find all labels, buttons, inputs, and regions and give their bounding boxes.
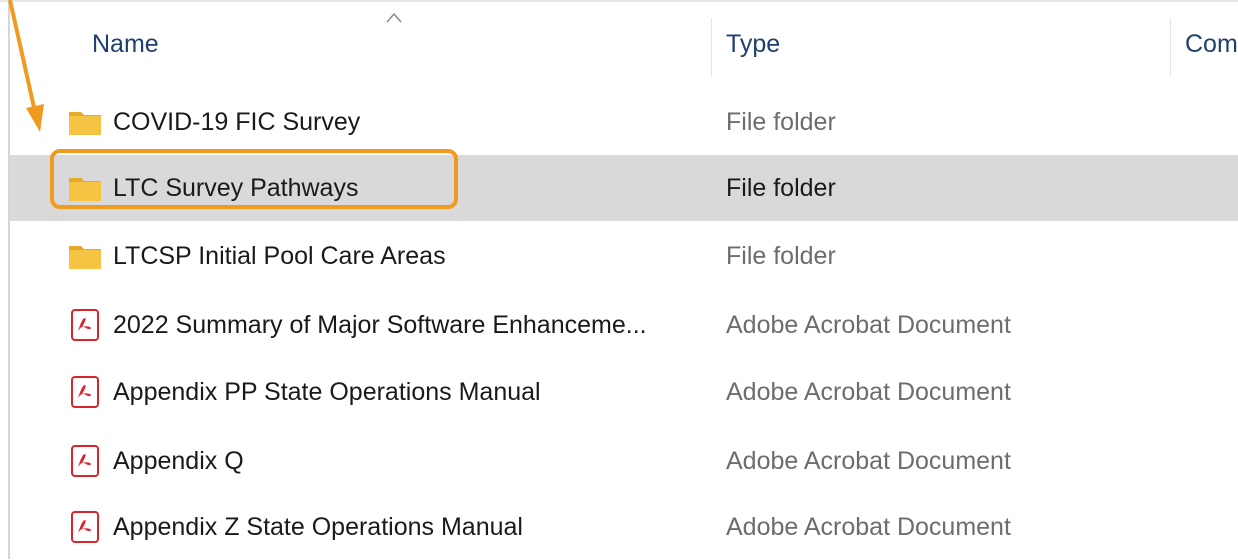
file-name: Appendix Z State Operations Manual: [113, 513, 523, 541]
file-type: Adobe Acrobat Document: [726, 311, 1011, 339]
sort-ascending-icon: [386, 12, 402, 23]
folder-icon: [69, 112, 101, 135]
column-header-type[interactable]: Type: [726, 30, 780, 59]
file-row[interactable]: Appendix Z State Operations Manual Adobe…: [10, 494, 1238, 560]
file-name: COVID-19 FIC Survey: [113, 108, 361, 136]
folder-icon: [69, 246, 101, 269]
file-row[interactable]: Appendix PP State Operations Manual Adob…: [10, 359, 1238, 425]
file-name: Appendix Q: [113, 447, 244, 475]
pdf-icon: [71, 309, 99, 341]
file-type: File folder: [726, 242, 836, 270]
file-name: Appendix PP State Operations Manual: [113, 378, 541, 406]
file-row[interactable]: Appendix Q Adobe Acrobat Document: [10, 428, 1238, 494]
column-header-bar: Name Type Com: [0, 0, 1238, 80]
column-separator[interactable]: [711, 18, 712, 76]
file-type: Adobe Acrobat Document: [726, 513, 1011, 541]
pdf-icon: [71, 511, 99, 543]
file-name: LTCSP Initial Pool Care Areas: [113, 242, 446, 270]
column-header-name[interactable]: Name: [92, 30, 159, 59]
file-type: File folder: [726, 174, 836, 202]
file-type: File folder: [726, 108, 836, 136]
annotation-arrow-icon: [8, 0, 44, 132]
file-row[interactable]: COVID-19 FIC Survey File folder: [10, 89, 1238, 155]
column-header-comments[interactable]: Com: [1185, 30, 1238, 59]
file-row[interactable]: 2022 Summary of Major Software Enhanceme…: [10, 292, 1238, 358]
pdf-icon: [71, 445, 99, 477]
file-type: Adobe Acrobat Document: [726, 378, 1011, 406]
file-row[interactable]: LTCSP Initial Pool Care Areas File folde…: [10, 223, 1238, 289]
pdf-icon: [71, 376, 99, 408]
file-name: 2022 Summary of Major Software Enhanceme…: [113, 311, 647, 339]
column-separator[interactable]: [1170, 18, 1171, 76]
file-type: Adobe Acrobat Document: [726, 447, 1011, 475]
highlight-annotation-box: [50, 149, 458, 209]
